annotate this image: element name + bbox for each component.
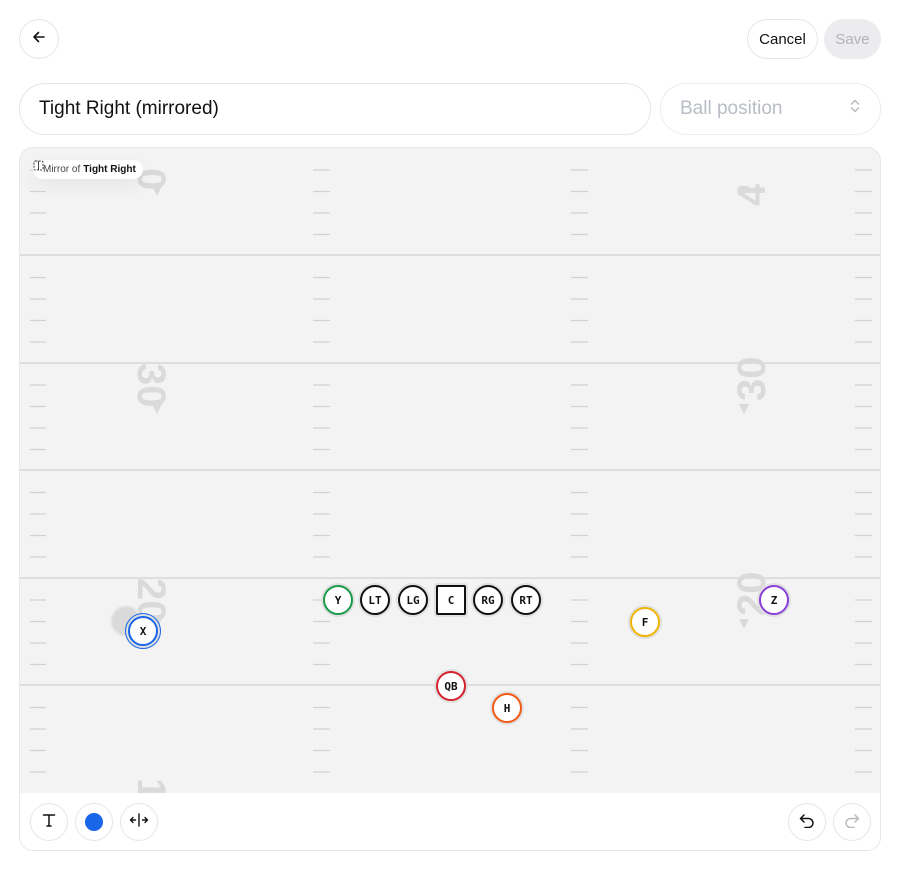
color-picker-button[interactable] bbox=[75, 803, 113, 841]
undo-icon bbox=[798, 812, 816, 833]
yard-number: 1 bbox=[129, 778, 173, 793]
player-z[interactable]: Z bbox=[759, 585, 789, 615]
mirror-source: Tight Right bbox=[83, 164, 136, 175]
player-rt[interactable]: RT bbox=[511, 585, 541, 615]
back-button[interactable] bbox=[19, 19, 59, 59]
player-lg[interactable]: LG bbox=[398, 585, 428, 615]
formation-editor: 030201430200 Mirror of Tight Right X Y L… bbox=[19, 147, 881, 851]
ball-position-placeholder: Ball position bbox=[680, 98, 783, 119]
chevron-up-down-icon bbox=[849, 98, 861, 120]
mirror-prefix: Mirror of bbox=[43, 164, 81, 175]
player-center[interactable]: C bbox=[436, 585, 466, 615]
player-f[interactable]: F bbox=[630, 607, 660, 637]
move-tool-button[interactable] bbox=[120, 803, 158, 841]
editor-toolbar bbox=[20, 793, 880, 850]
player-x[interactable]: X bbox=[128, 616, 158, 646]
football-field[interactable]: 030201430200 Mirror of Tight Right X Y L… bbox=[20, 148, 880, 793]
cancel-button[interactable]: Cancel bbox=[747, 19, 818, 59]
player-lt[interactable]: LT bbox=[360, 585, 390, 615]
text-tool-button[interactable] bbox=[30, 803, 68, 841]
redo-icon bbox=[843, 812, 861, 833]
player-rg[interactable]: RG bbox=[473, 585, 503, 615]
player-qb[interactable]: QB bbox=[436, 671, 466, 701]
text-icon bbox=[41, 812, 57, 833]
yard-number: 30 bbox=[730, 357, 774, 402]
mirror-badge: Mirror of Tight Right bbox=[33, 160, 143, 179]
redo-button[interactable] bbox=[833, 803, 871, 841]
arrow-left-icon bbox=[31, 29, 47, 50]
formation-name-input[interactable]: Tight Right (mirrored) bbox=[19, 83, 651, 135]
move-arrows-icon bbox=[129, 812, 149, 833]
active-color-swatch bbox=[85, 813, 103, 831]
formation-name-value: Tight Right (mirrored) bbox=[39, 98, 219, 119]
undo-button[interactable] bbox=[788, 803, 826, 841]
yard-number: 30 bbox=[129, 363, 173, 408]
save-button[interactable]: Save bbox=[824, 19, 881, 59]
yard-number: 4 bbox=[730, 183, 774, 206]
ball-position-select[interactable]: Ball position bbox=[660, 83, 881, 135]
player-y[interactable]: Y bbox=[323, 585, 353, 615]
player-h[interactable]: H bbox=[492, 693, 522, 723]
